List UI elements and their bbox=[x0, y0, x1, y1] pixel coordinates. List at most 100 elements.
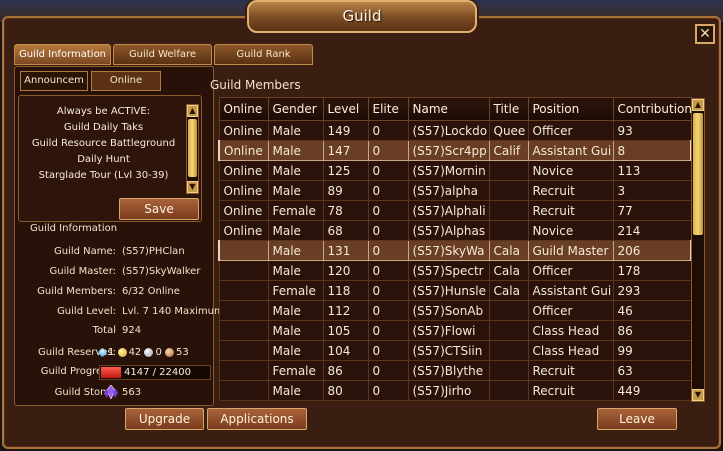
reserve-diamond: 1 bbox=[108, 347, 115, 358]
save-button[interactable]: Save bbox=[119, 198, 199, 220]
guild-name-value: (S57)PHClan bbox=[122, 246, 185, 257]
cell-position: Novice bbox=[527, 160, 614, 181]
cell-title bbox=[488, 180, 529, 201]
cell-title: Cala bbox=[488, 280, 529, 301]
cell-gender: Male bbox=[267, 120, 324, 141]
table-row[interactable]: Male 104 0 (S57)CTSiin Class Head 99 bbox=[218, 340, 692, 361]
guild-level-row: Guild Level: Lvl. 7 140 Maximum bbox=[20, 303, 224, 321]
cell-title: Cala bbox=[488, 260, 529, 281]
progress-fill bbox=[101, 367, 122, 378]
scroll-up-icon[interactable]: ▲ bbox=[187, 105, 198, 117]
cell-name: (S57)Mornin bbox=[407, 160, 490, 181]
cell-name: (S57)Flowi bbox=[407, 320, 490, 341]
col-position-header[interactable]: Position bbox=[527, 97, 614, 121]
scroll-down-icon[interactable]: ▼ bbox=[187, 181, 198, 193]
table-row[interactable]: Male 80 0 (S57)Jirho Recruit 449 bbox=[218, 380, 692, 401]
col-level-header[interactable]: Level bbox=[322, 97, 369, 121]
cell-name: (S57)Spectr bbox=[407, 260, 490, 281]
cell-position: Guild Master bbox=[527, 240, 614, 261]
cell-gender: Male bbox=[267, 320, 324, 341]
cell-contribution: 99 bbox=[612, 340, 692, 361]
upgrade-button[interactable]: Upgrade bbox=[125, 408, 204, 430]
cell-title bbox=[488, 200, 529, 221]
table-row[interactable]: Online Female 78 0 (S57)Alphali Recruit 77 bbox=[218, 200, 692, 221]
cell-position: Officer bbox=[527, 300, 614, 321]
cell-online: Online bbox=[218, 200, 269, 221]
table-row[interactable]: Online Male 89 0 (S57)alpha Recruit 3 bbox=[218, 180, 692, 201]
tab-guild-rank[interactable]: Guild Rank bbox=[214, 44, 313, 65]
guild-stone-value: 563 bbox=[122, 387, 142, 398]
diamond-icon bbox=[97, 347, 108, 357]
subtab-online[interactable]: Online bbox=[91, 71, 161, 91]
cell-name: (S57)SkyWa bbox=[407, 240, 490, 261]
cell-level: 105 bbox=[322, 320, 369, 341]
col-gender-header[interactable]: Gender bbox=[267, 97, 324, 121]
guild-stone-row: Guild Stone: 563 bbox=[20, 384, 210, 402]
scroll-down-icon[interactable]: ▼ bbox=[692, 389, 704, 401]
table-row[interactable]: Male 112 0 (S57)SonAb Officer 46 bbox=[218, 300, 692, 321]
leave-button[interactable]: Leave bbox=[597, 408, 677, 430]
cell-online bbox=[218, 300, 269, 321]
cell-elite: 0 bbox=[367, 340, 409, 361]
table-row[interactable]: Male 120 0 (S57)Spectr Cala Officer 178 bbox=[218, 260, 692, 281]
guild-total-value: 924 bbox=[122, 325, 142, 336]
cell-gender: Female bbox=[267, 280, 324, 301]
guild-members-label: Guild Members: bbox=[37, 286, 116, 297]
window-title: Guild bbox=[247, 0, 477, 33]
cell-position: Class Head bbox=[527, 320, 614, 341]
cell-level: 131 bbox=[322, 240, 369, 261]
cell-title bbox=[488, 380, 529, 401]
cell-title bbox=[488, 220, 529, 241]
announcement-line: Guild Daily Taks bbox=[63, 122, 144, 133]
table-row[interactable]: Online Male 147 0 (S57)Scr4pp Calif Assistant … bbox=[218, 140, 692, 161]
guild-stone-icon bbox=[104, 385, 118, 399]
table-row[interactable]: Online Male 68 0 (S57)Alphas Novice 214 bbox=[218, 220, 692, 241]
tab-guild-welfare[interactable]: Guild Welfare bbox=[113, 44, 212, 65]
table-row[interactable]: Online Male 149 0 (S57)Lockdo Quee Officer 93 bbox=[218, 120, 692, 141]
tab-guild-information[interactable]: Guild Information bbox=[14, 44, 111, 65]
reserve-gold: 42 bbox=[128, 347, 142, 358]
applications-button[interactable]: Applications bbox=[207, 408, 307, 430]
silver-coin-icon bbox=[144, 347, 154, 357]
close-button[interactable]: ✕ bbox=[695, 24, 715, 44]
cell-gender: Female bbox=[267, 200, 324, 221]
cell-level: 104 bbox=[322, 340, 369, 361]
announcement-scrollbar[interactable]: ▲ ▼ bbox=[186, 104, 199, 194]
cell-elite: 0 bbox=[367, 320, 409, 341]
guild-members-label-heading: Guild Members bbox=[210, 78, 301, 92]
table-row[interactable]: Online Male 125 0 (S57)Mornin Novice 113 bbox=[218, 160, 692, 181]
cell-name: (S57)Blythe bbox=[407, 360, 490, 381]
guild-master-row: Guild Master: (S57)SkyWalker bbox=[20, 263, 210, 281]
cell-online bbox=[218, 380, 269, 401]
cell-gender: Male bbox=[267, 220, 324, 241]
cell-gender: Male bbox=[267, 180, 324, 201]
guild-total-row: Total 924 bbox=[20, 322, 210, 340]
announcement-line: Starglade Tour (Lvl 30-39) bbox=[38, 170, 169, 181]
table-row[interactable]: Male 105 0 (S57)Flowi Class Head 86 bbox=[218, 320, 692, 341]
cell-name: (S57)Scr4pp bbox=[407, 140, 490, 161]
cell-online: Online bbox=[218, 220, 269, 241]
cell-position: Recruit bbox=[527, 380, 614, 401]
cell-position: Recruit bbox=[527, 180, 614, 201]
scroll-thumb[interactable] bbox=[188, 119, 197, 177]
cell-level: 147 bbox=[322, 140, 369, 161]
scroll-up-icon[interactable]: ▲ bbox=[692, 99, 704, 111]
subtab-announcement[interactable]: Announcem bbox=[20, 71, 88, 91]
col-title-header[interactable]: Title bbox=[488, 97, 529, 121]
cell-online: Online bbox=[218, 180, 269, 201]
cell-title: Cala bbox=[488, 240, 529, 261]
scroll-thumb[interactable] bbox=[693, 113, 703, 235]
col-name-header[interactable]: Name bbox=[407, 97, 490, 121]
members-table: Online Gender Level Elite Name Title Pos… bbox=[218, 97, 692, 401]
col-online-header[interactable]: Online bbox=[218, 97, 269, 121]
table-row[interactable]: Male 131 0 (S57)SkyWa Cala Guild Master 206 bbox=[218, 240, 692, 261]
table-row[interactable]: Female 86 0 (S57)Blythe Recruit 63 bbox=[218, 360, 692, 381]
cell-elite: 0 bbox=[367, 280, 409, 301]
cell-title bbox=[488, 360, 529, 381]
col-contribution-header[interactable]: Contribution bbox=[612, 97, 692, 121]
members-scrollbar[interactable]: ▲ ▼ bbox=[691, 98, 705, 402]
guild-name-row: Guild Name: (S57)PHClan bbox=[20, 243, 210, 261]
table-row[interactable]: Female 118 0 (S57)Hunsle Cala Assistant Gui 29… bbox=[218, 280, 692, 301]
col-elite-header[interactable]: Elite bbox=[367, 97, 409, 121]
guild-master-value: (S57)SkyWalker bbox=[122, 266, 201, 277]
